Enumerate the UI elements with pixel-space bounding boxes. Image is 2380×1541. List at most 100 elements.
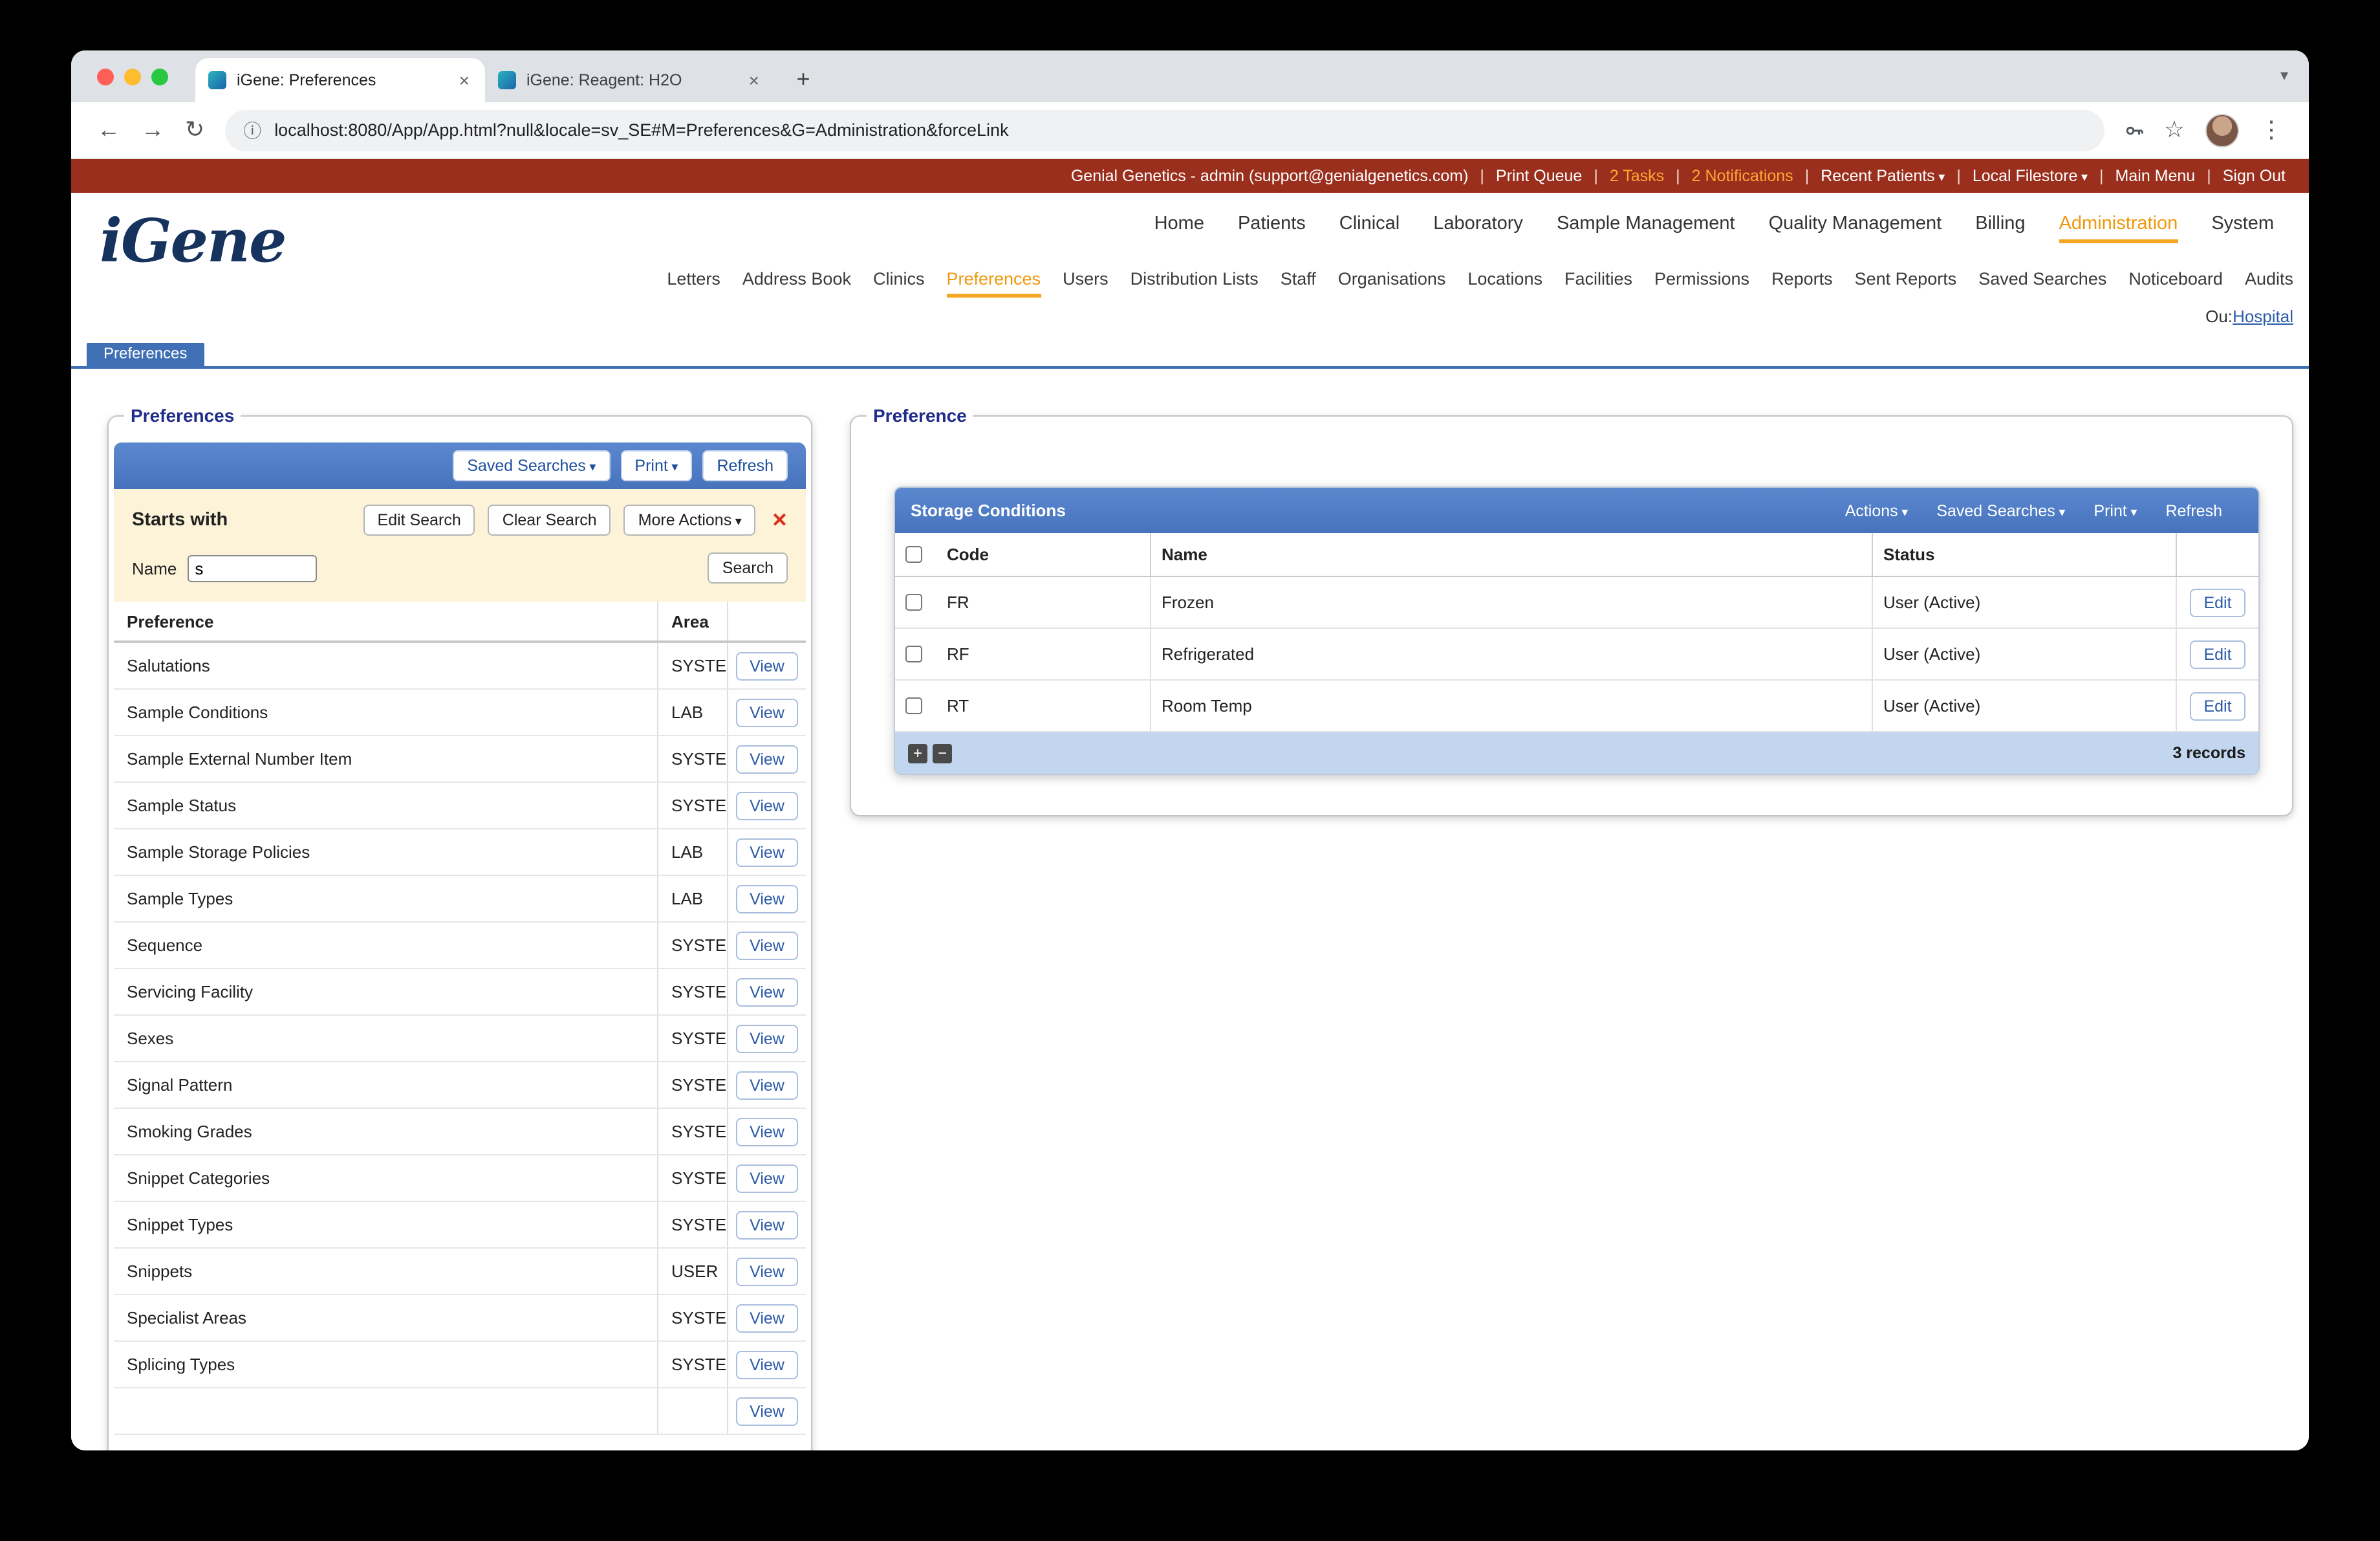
back-icon[interactable]: ← [87, 116, 131, 144]
row-checkbox[interactable] [905, 697, 922, 714]
sub-nav-item[interactable]: Sent Reports [1855, 269, 1957, 298]
row-checkbox[interactable] [905, 646, 922, 662]
browser-tab[interactable]: iGene: Reagent: H2O × [485, 58, 775, 102]
card-toolbar-item[interactable]: Refresh [2165, 501, 2222, 519]
view-button[interactable]: View [735, 1210, 799, 1239]
preference-name: Signal Pattern [127, 1075, 233, 1095]
sub-nav-item[interactable]: Letters [667, 269, 720, 298]
profile-avatar[interactable] [2205, 113, 2239, 147]
session-bar-link[interactable]: Recent Patients ▾ [1793, 167, 1945, 185]
tab-favicon-icon [208, 71, 226, 89]
view-button[interactable]: View [735, 1024, 799, 1053]
view-button[interactable]: View [735, 791, 799, 820]
sub-nav-item[interactable]: Preferences [946, 269, 1041, 298]
search-action-button[interactable]: Edit Search [363, 505, 475, 536]
session-bar-link[interactable]: 2 Tasks [1582, 167, 1664, 185]
main-nav-item[interactable]: Administration [2059, 213, 2178, 243]
sub-nav-item[interactable]: Locations [1467, 269, 1542, 298]
card-toolbar-item[interactable]: Actions ▾ [1845, 501, 1909, 519]
chevron-down-icon: ▾ [2126, 505, 2137, 519]
view-button[interactable]: View [735, 745, 799, 773]
session-bar-link[interactable]: Local Filestore ▾ [1945, 167, 2088, 185]
main-nav-item[interactable]: Laboratory [1433, 213, 1523, 243]
close-search-icon[interactable]: ✕ [772, 508, 788, 532]
sub-nav-item[interactable]: Clinics [873, 269, 925, 298]
close-window-button[interactable] [97, 69, 114, 85]
search-action-button[interactable]: More Actions ▾ [623, 505, 756, 536]
ou-hospital-link[interactable]: Hospital [2233, 307, 2293, 326]
name-input[interactable] [187, 554, 317, 582]
sub-nav-item[interactable]: Staff [1281, 269, 1316, 298]
browser-tab[interactable]: iGene: Preferences × [195, 58, 485, 102]
search-button[interactable]: Search [708, 552, 788, 584]
view-button[interactable]: View [735, 978, 799, 1006]
main-nav-item[interactable]: Home [1154, 213, 1204, 243]
edit-button[interactable]: Edit [2189, 588, 2246, 617]
page-tab-preferences[interactable]: Preferences [87, 339, 204, 366]
tab-close-icon[interactable]: × [746, 70, 762, 91]
search-title: Starts with [132, 510, 228, 530]
view-button[interactable]: View [735, 1304, 799, 1332]
main-nav-item[interactable]: Sample Management [1557, 213, 1735, 243]
main-nav-item[interactable]: Billing [1975, 213, 2025, 243]
maximize-window-button[interactable] [151, 69, 168, 85]
address-bar[interactable]: ⓘ localhost:8080/App/App.html?null&local… [225, 109, 2104, 151]
tab-list-chevron-icon[interactable]: ▾ [2280, 66, 2288, 84]
sub-nav-item[interactable]: Saved Searches [1978, 269, 2106, 298]
edit-button[interactable]: Edit [2189, 692, 2246, 720]
view-button[interactable]: View [735, 1117, 799, 1146]
bookmark-star-icon[interactable]: ☆ [2154, 116, 2195, 144]
main-nav-item[interactable]: Clinical [1339, 213, 1400, 243]
main-nav-item[interactable]: Quality Management [1769, 213, 1942, 243]
preference-row: Sample Storage Policies LAB View [114, 829, 806, 876]
view-button[interactable]: View [735, 651, 799, 680]
sub-nav-item[interactable]: Reports [1771, 269, 1833, 298]
sub-nav-item[interactable]: Distribution Lists [1130, 269, 1259, 298]
session-bar-link[interactable]: Sign Out [2195, 167, 2286, 185]
remove-icon[interactable]: − [933, 743, 952, 763]
list-toolbar-button[interactable]: Saved Searches ▾ [453, 450, 611, 481]
sub-nav-item[interactable]: Facilities [1564, 269, 1632, 298]
view-button[interactable]: View [735, 698, 799, 727]
reload-icon[interactable]: ↻ [175, 116, 215, 144]
view-button[interactable]: View [735, 1071, 799, 1099]
add-icon[interactable]: + [908, 743, 927, 763]
session-bar-link[interactable]: Main Menu [2088, 167, 2196, 185]
search-action-button[interactable]: Clear Search [488, 505, 611, 536]
session-bar-link[interactable]: Print Queue [1468, 167, 1582, 185]
sub-nav-item[interactable]: Noticeboard [2128, 269, 2223, 298]
site-info-icon[interactable]: ⓘ [243, 117, 261, 143]
edit-button[interactable]: Edit [2189, 640, 2246, 668]
list-toolbar-button[interactable]: Print ▾ [620, 450, 693, 481]
list-toolbar-button[interactable]: Refresh [702, 450, 788, 481]
account-info: Genial Genetics - admin (support@genialg… [1070, 167, 1469, 185]
preference-name: Splicing Types [127, 1355, 235, 1374]
sub-nav: Letters Address Book Clinics Preferences… [667, 269, 2293, 298]
sub-nav-item[interactable]: Organisations [1338, 269, 1446, 298]
view-button[interactable]: View [735, 1350, 799, 1379]
view-button[interactable]: View [735, 1397, 799, 1425]
session-bar-link[interactable]: 2 Notifications [1664, 167, 1793, 185]
view-button[interactable]: View [735, 1164, 799, 1192]
minimize-window-button[interactable] [124, 69, 141, 85]
card-toolbar-item[interactable]: Print ▾ [2093, 501, 2137, 519]
view-button[interactable]: View [735, 838, 799, 866]
tab-close-icon[interactable]: × [457, 70, 472, 91]
new-tab-button[interactable]: + [785, 61, 821, 97]
select-all-checkbox[interactable] [905, 546, 922, 563]
card-toolbar-item[interactable]: Saved Searches ▾ [1936, 501, 2065, 519]
menu-dots-icon[interactable]: ⋮ [2249, 116, 2293, 144]
view-button[interactable]: View [735, 1257, 799, 1285]
sub-nav-item[interactable]: Users [1063, 269, 1109, 298]
main-nav-item[interactable]: Patients [1238, 213, 1306, 243]
preference-area [657, 1388, 727, 1434]
view-button[interactable]: View [735, 931, 799, 959]
main-nav-item[interactable]: System [2211, 213, 2274, 243]
forward-icon[interactable]: → [131, 116, 175, 144]
row-checkbox[interactable] [905, 594, 922, 611]
sub-nav-item[interactable]: Permissions [1654, 269, 1749, 298]
sub-nav-item[interactable]: Address Book [742, 269, 851, 298]
sub-nav-item[interactable]: Audits [2245, 269, 2293, 298]
password-key-icon[interactable] [2115, 118, 2154, 142]
view-button[interactable]: View [735, 884, 799, 913]
